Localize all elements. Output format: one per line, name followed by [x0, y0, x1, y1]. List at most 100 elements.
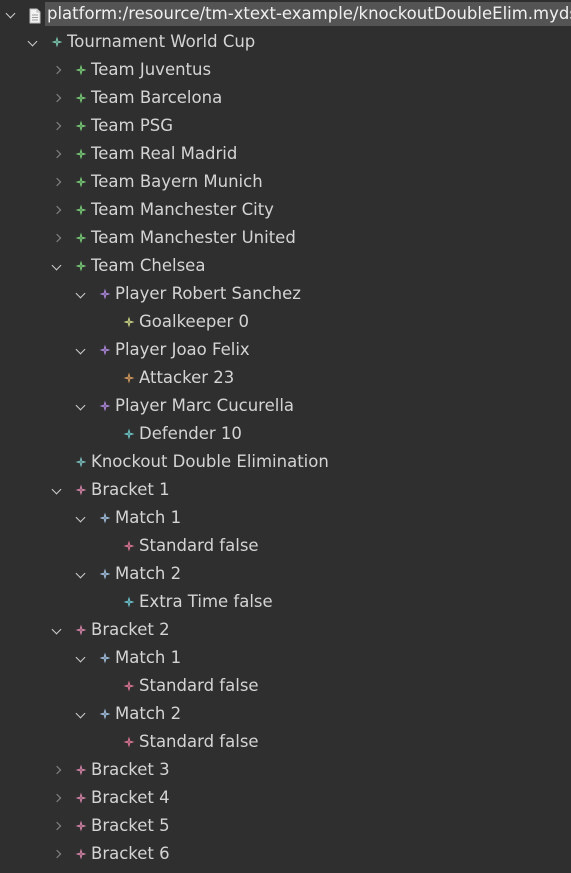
tree-row[interactable]: Bracket 2: [0, 616, 571, 644]
chevron-right-icon[interactable]: [52, 756, 66, 784]
tree-row[interactable]: Tournament World Cup: [0, 28, 571, 56]
node-icon: [51, 36, 63, 48]
outline-tree: platform:/resource/tm-xtext-example/knoc…: [0, 0, 571, 873]
chevron-right-icon[interactable]: [52, 56, 66, 84]
tree-row[interactable]: Team Real Madrid: [0, 140, 571, 168]
node-icon: [75, 792, 87, 804]
tree-row[interactable]: Match 2: [0, 560, 571, 588]
tree-node-label: Player Marc Cucurella: [115, 396, 295, 415]
tree-node-label: Knockout Double Elimination: [91, 452, 329, 471]
tree-row[interactable]: Team Juventus: [0, 56, 571, 84]
tree-row[interactable]: Match 1: [0, 644, 571, 672]
node-icon: [75, 624, 87, 636]
chevron-right-icon[interactable]: [52, 140, 66, 168]
node-icon: [123, 540, 135, 552]
chevron-down-icon[interactable]: [74, 392, 88, 420]
node-icon: [75, 820, 87, 832]
tree-node-label: Bracket 4: [91, 788, 170, 807]
tree-row[interactable]: Team Manchester United: [0, 224, 571, 252]
tree-node-label: Match 2: [115, 704, 182, 723]
tree-row[interactable]: Team Manchester City: [0, 196, 571, 224]
node-icon: [75, 456, 87, 468]
chevron-right-icon[interactable]: [52, 812, 66, 840]
chevron-right-icon[interactable]: [52, 224, 66, 252]
tree-row[interactable]: Player Marc Cucurella: [0, 392, 571, 420]
tree-row[interactable]: Standard false: [0, 672, 571, 700]
tree-row[interactable]: Player Robert Sanchez: [0, 280, 571, 308]
node-icon: [123, 736, 135, 748]
node-icon: [123, 428, 135, 440]
tree-row[interactable]: Knockout Double Elimination: [0, 448, 571, 476]
node-icon: [75, 92, 87, 104]
tree-row[interactable]: Attacker 23: [0, 364, 571, 392]
chevron-down-icon[interactable]: [50, 616, 64, 644]
tree-row[interactable]: Bracket 6: [0, 840, 571, 868]
tree-node-label: Bracket 2: [91, 620, 170, 639]
tree-row[interactable]: Team Bayern Munich: [0, 168, 571, 196]
tree-row[interactable]: Bracket 3: [0, 756, 571, 784]
tree-row[interactable]: Bracket 1: [0, 476, 571, 504]
tree-row[interactable]: Goalkeeper 0: [0, 308, 571, 336]
node-icon: [123, 372, 135, 384]
chevron-down-icon[interactable]: [50, 252, 64, 280]
tree-node-label: Standard false: [139, 732, 259, 751]
chevron-down-icon[interactable]: [74, 280, 88, 308]
tree-root-row[interactable]: platform:/resource/tm-xtext-example/knoc…: [0, 0, 571, 28]
tree-row[interactable]: Defender 10: [0, 420, 571, 448]
chevron-down-icon[interactable]: [4, 0, 18, 28]
tree-row[interactable]: Team PSG: [0, 112, 571, 140]
node-icon: [75, 764, 87, 776]
node-icon: [75, 148, 87, 160]
tree-row[interactable]: Team Chelsea: [0, 252, 571, 280]
tree-row[interactable]: Standard false: [0, 728, 571, 756]
tree-row[interactable]: Standard false: [0, 532, 571, 560]
node-icon: [75, 484, 87, 496]
tree-node-label: Defender 10: [139, 424, 242, 443]
chevron-down-icon[interactable]: [74, 560, 88, 588]
tree-node-label: Bracket 6: [91, 844, 170, 863]
tree-row[interactable]: Team Barcelona: [0, 84, 571, 112]
node-icon: [99, 288, 111, 300]
tree-row[interactable]: Player Joao Felix: [0, 336, 571, 364]
node-icon: [75, 64, 87, 76]
tree-row[interactable]: Bracket 4: [0, 784, 571, 812]
chevron-right-icon[interactable]: [52, 112, 66, 140]
chevron-right-icon[interactable]: [52, 84, 66, 112]
tree-node-label: Extra Time false: [139, 592, 273, 611]
tree-row[interactable]: Bracket 5: [0, 812, 571, 840]
node-icon: [99, 400, 111, 412]
tree-node-label: Player Robert Sanchez: [115, 284, 301, 303]
chevron-down-icon[interactable]: [26, 28, 40, 56]
tree-node-label: Attacker 23: [139, 368, 235, 387]
node-icon: [75, 176, 87, 188]
chevron-down-icon[interactable]: [74, 504, 88, 532]
tree-nodes: Tournament World Cup Team Juventus Team Ba…: [0, 28, 571, 868]
tree-node-label: Standard false: [139, 536, 259, 555]
tree-row[interactable]: Match 2: [0, 700, 571, 728]
node-icon: [75, 260, 87, 272]
node-icon: [99, 652, 111, 664]
node-icon: [75, 848, 87, 860]
chevron-down-icon[interactable]: [74, 644, 88, 672]
chevron-down-icon[interactable]: [74, 336, 88, 364]
tree-node-label: Bracket 5: [91, 816, 170, 835]
chevron-right-icon[interactable]: [52, 196, 66, 224]
tree-node-label: Standard false: [139, 676, 259, 695]
node-icon: [99, 568, 111, 580]
chevron-right-icon[interactable]: [52, 784, 66, 812]
node-icon: [99, 344, 111, 356]
chevron-right-icon[interactable]: [52, 168, 66, 196]
tree-node-label: Player Joao Felix: [115, 340, 250, 359]
tree-node-label: Bracket 1: [91, 480, 170, 499]
tree-row[interactable]: Match 1: [0, 504, 571, 532]
tree-node-label: Bracket 3: [91, 760, 170, 779]
tree-row[interactable]: Extra Time false: [0, 588, 571, 616]
chevron-down-icon[interactable]: [50, 476, 64, 504]
tree-root-label: platform:/resource/tm-xtext-example/knoc…: [45, 2, 571, 26]
tree-node-label: Team Chelsea: [91, 256, 206, 275]
tree-node-label: Team Manchester United: [91, 228, 296, 247]
tree-node-label: Team Juventus: [91, 60, 212, 79]
chevron-down-icon[interactable]: [74, 700, 88, 728]
chevron-right-icon[interactable]: [52, 840, 66, 868]
node-icon: [99, 512, 111, 524]
